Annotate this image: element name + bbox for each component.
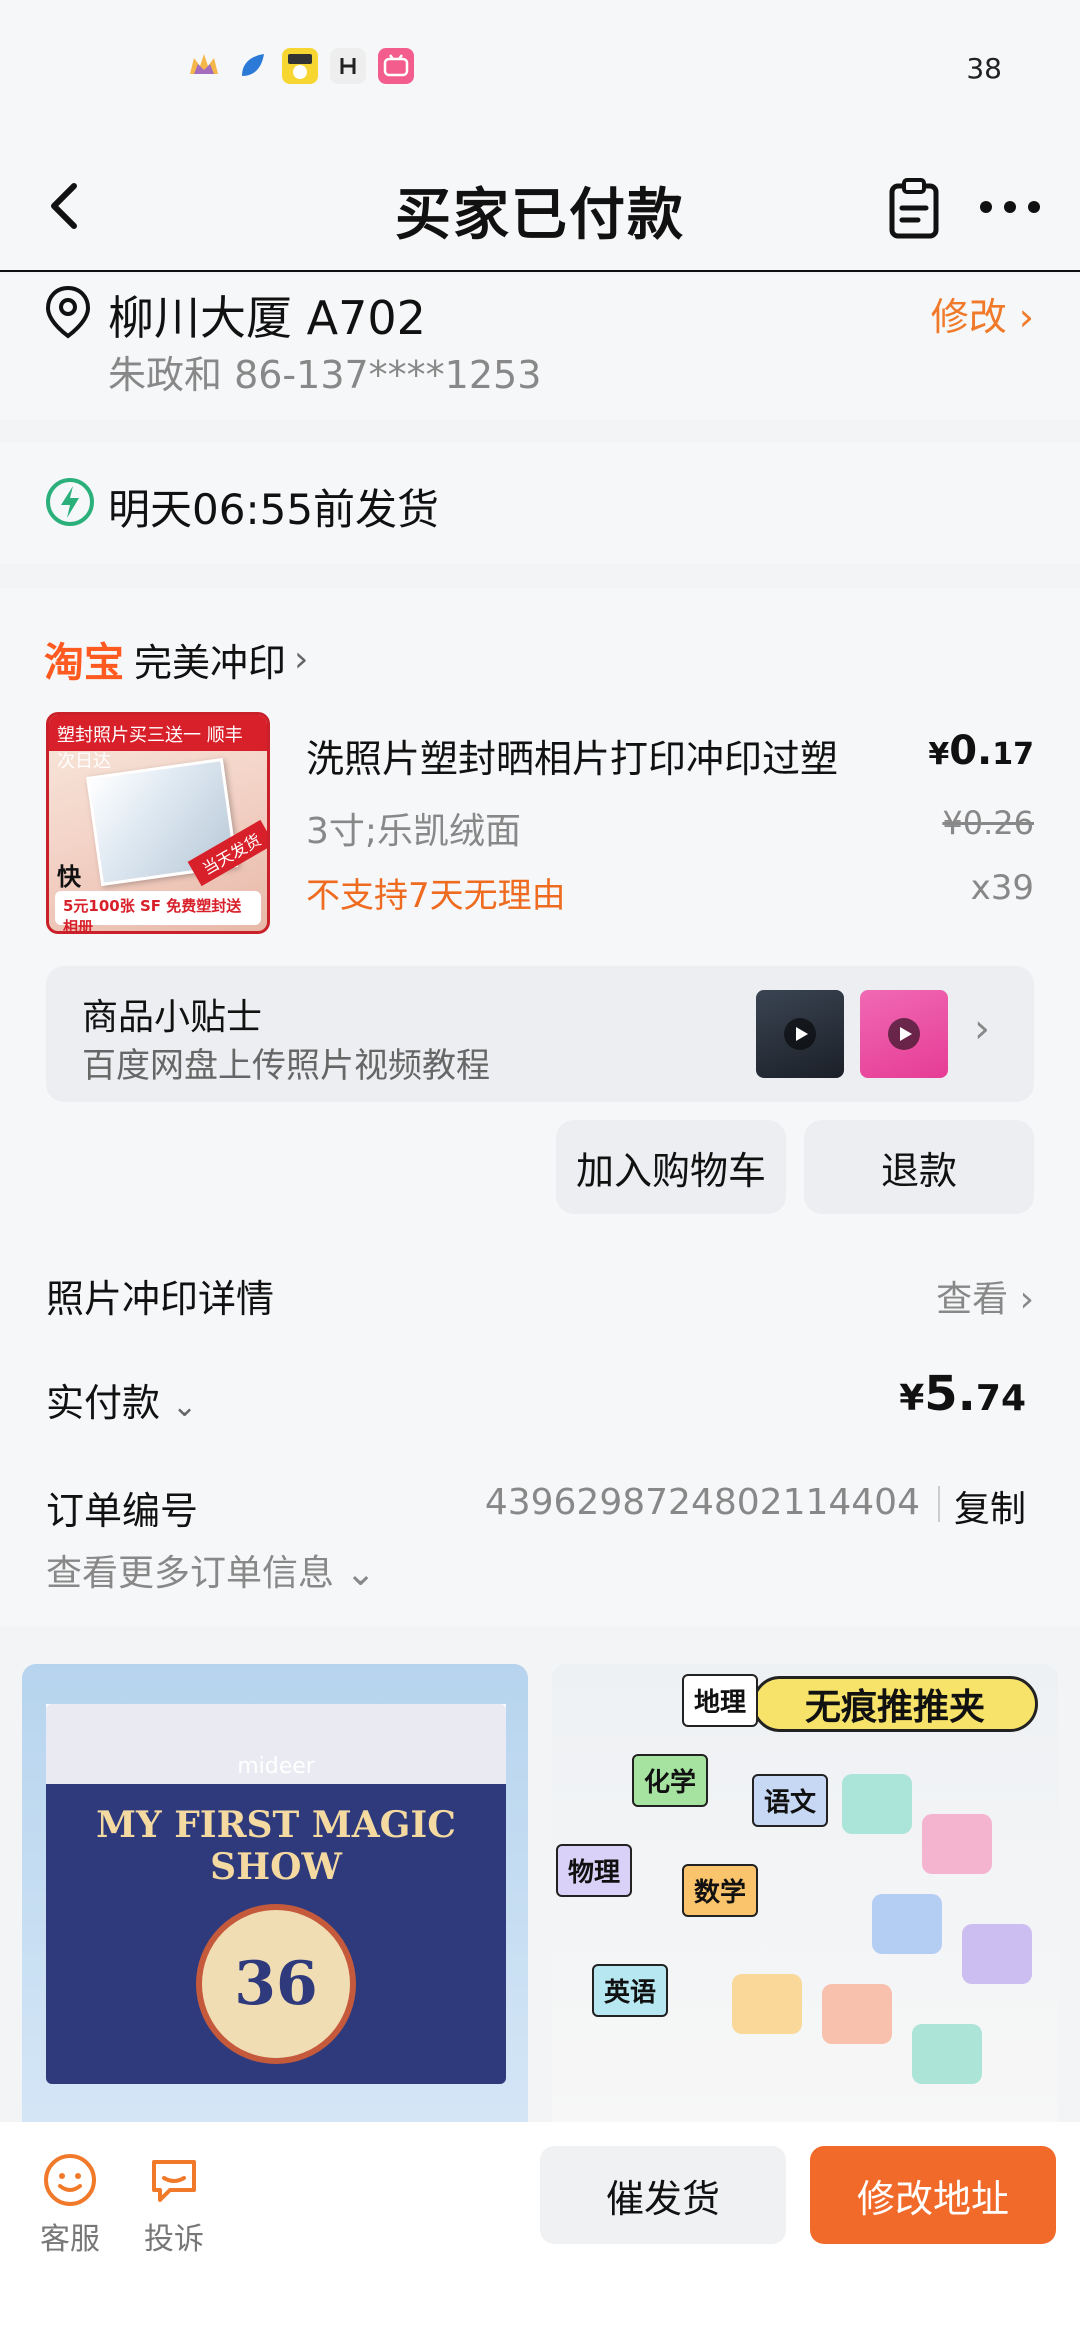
customer-service-icon [42,2152,98,2208]
product-original-price: ¥0.26 [942,804,1034,842]
clip-shape [842,1774,912,1834]
play-icon [888,1018,920,1050]
magic-box-image: mideer MY FIRST MAGIC SHOW 36 [46,1704,506,2084]
order-number: 4396298724802114404 [485,1482,920,1523]
product-tips[interactable]: 商品小贴士 百度网盘上传照片视频教程 › [46,966,1034,1102]
magic-badge: 36 [196,1904,356,2064]
product-image-banner: 塑封照片买三送一 顺丰次日达 [49,715,267,751]
product-quantity: x39 [971,868,1034,908]
tips-video-thumbnail-2[interactable] [860,990,948,1078]
tips-title: 商品小贴士 [82,988,262,1040]
subject-tag: 英语 [592,1964,668,2017]
taobao-logo: 淘宝 [44,630,124,688]
customer-service-label: 客服 [30,2214,110,2258]
customer-service-button[interactable]: 客服 [30,2152,110,2258]
magic-title: MY FIRST MAGIC SHOW [46,1804,506,1888]
tips-subtitle: 百度网盘上传照片视频教程 [82,1038,490,1087]
modify-address-button[interactable]: 修改地址 [810,2146,1056,2244]
refund-button[interactable]: 退款 [804,1120,1034,1214]
shop-name: 完美冲印 [134,632,286,687]
subject-tag: 化学 [632,1754,708,1807]
magic-brand: mideer [46,1754,506,1779]
play-icon [784,1018,816,1050]
crown-app-icon [186,48,222,84]
divider [938,1486,940,1522]
address-contact: 朱政和 86-137****1253 [108,344,541,399]
product-image[interactable]: 塑封照片买三送一 顺丰次日达 快 当天发货 5元100张 SF 免费塑封送相册 [46,712,270,934]
status-time: 38 [966,52,1002,85]
order-card: 淘宝 完美冲印 › 塑封照片买三送一 顺丰次日达 快 当天发货 5元100张 S… [0,588,1080,1626]
nav-bar: 买家已付款 [0,140,1080,272]
complaint-icon [146,2152,202,2208]
complaint-label: 投诉 [134,2214,214,2258]
clips-banner: 无痕推推夹 [752,1676,1038,1732]
product-spec: 3寸;乐凯绒面 [306,802,521,854]
urge-shipping-button[interactable]: 催发货 [540,2146,786,2244]
subject-tag: 语文 [752,1774,828,1827]
tips-video-thumbnail-1[interactable] [756,990,844,1078]
status-bar: 38 [0,0,1080,140]
clipboard-icon[interactable] [884,176,944,240]
yellow-app-icon [282,48,318,84]
recommendation-card-clips[interactable]: 无痕推推夹 化学 语文 物理 数学 英语 地理 [552,1664,1058,2124]
address-card[interactable]: 柳川大厦 A702 修改 › 朱政和 86-137****1253 [0,274,1080,420]
paid-amount-label[interactable]: 实付款⌄ [46,1372,197,1427]
clip-shape [872,1894,942,1954]
clip-shape [822,1984,892,2044]
clip-shape [962,1924,1032,1984]
copy-button[interactable]: 复制 [954,1480,1026,1532]
chevron-right-icon: › [294,639,308,680]
clip-shape [922,1814,992,1874]
subject-tag: 地理 [682,1674,758,1727]
status-app-icons [186,48,414,84]
order-number-label: 订单编号 [46,1480,198,1535]
subject-tag: 物理 [556,1844,632,1897]
paid-amount: ¥5.74 [899,1366,1026,1422]
product-image-side-tag: 快 [57,857,81,892]
complaint-button[interactable]: 投诉 [134,2152,214,2258]
shipping-time: 明天06:55前发货 [108,476,439,537]
address-title: 柳川大厦 A702 [108,282,426,348]
chevron-down-icon: ⌄ [172,1389,197,1424]
location-pin-icon [44,284,92,340]
clip-shape [912,2024,982,2084]
recommendation-card-magic[interactable]: mideer MY FIRST MAGIC SHOW 36 [22,1664,528,2124]
link-app-icon [330,48,366,84]
edit-address-link[interactable]: 修改 › [931,286,1034,341]
shipping-card: 明天06:55前发货 [0,442,1080,564]
bottom-action-bar: 客服 投诉 催发货 修改地址 [0,2122,1080,2344]
view-details-link[interactable]: 查看 › [936,1270,1034,1322]
add-to-cart-button[interactable]: 加入购物车 [556,1120,786,1214]
chevron-right-icon: › [974,1006,990,1052]
subject-tag: 数学 [682,1864,758,1917]
product-image-bottom-text: 5元100张 SF 免费塑封送相册 [55,891,261,925]
photo-print-details-label: 照片冲印详情 [46,1268,274,1323]
more-order-info-toggle[interactable]: 查看更多订单信息 ⌄ [46,1544,376,1596]
leaf-app-icon [234,48,270,84]
lightning-icon [44,476,96,528]
product-price: ¥0.17 [928,728,1034,774]
return-policy-warning: 不支持7天无理由 [306,868,566,917]
more-icon[interactable] [978,192,1042,222]
clip-shape [732,1974,802,2034]
product-title[interactable]: 洗照片塑封晒相片打印冲印过塑 [306,728,926,783]
shop-row[interactable]: 淘宝 完美冲印 › [44,630,308,688]
bilibili-app-icon [378,48,414,84]
